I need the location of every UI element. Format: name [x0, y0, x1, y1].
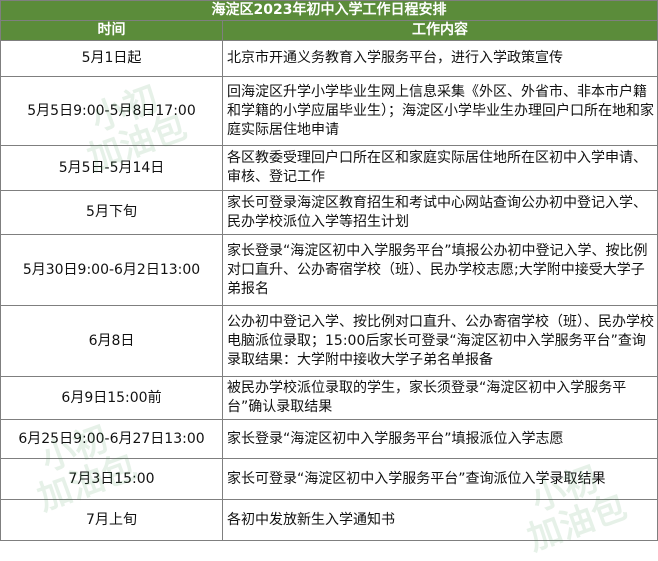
table-row: 7月上旬 各初中发放新生入学通知书 — [0, 499, 658, 541]
row-time: 6月8日 — [0, 305, 223, 377]
row-content: 家长可登录海淀区教育招生和考试中心网站查询公办初中登记入学、民办学校派位入学等招… — [222, 190, 658, 235]
header-content: 工作内容 — [222, 20, 658, 41]
table-row: 5月5日-5月14日 各区教委受理回户口所在区和家庭实际居住地所在区初中入学申请… — [0, 145, 658, 191]
row-content: 家长登录“海淀区初中入学服务平台”填报公办初中登记入学、按比例对口直升、公办寄宿… — [222, 234, 658, 306]
row-content: 被民办学校派位录取的学生，家长须登录“海淀区初中入学服务平台”确认录取结果 — [222, 376, 658, 420]
row-content: 各区教委受理回户口所在区和家庭实际居住地所在区初中入学申请、审核、登记工作 — [222, 145, 658, 191]
table-row: 6月9日15:00前 被民办学校派位录取的学生，家长须登录“海淀区初中入学服务平… — [0, 376, 658, 420]
row-time: 5月30日9:00-6月2日13:00 — [0, 234, 223, 306]
title-row: 海淀区2023年初中入学工作日程安排 — [0, 0, 658, 21]
row-time: 5月5日-5月14日 — [0, 145, 223, 191]
row-content: 公办初中登记入学、按比例对口直升、公办寄宿学校（班）、民办学校电脑派位录取；15… — [222, 305, 658, 377]
table-row: 7月3日15:00 家长可登录“海淀区初中入学服务平台”查询派位入学录取结果 — [0, 458, 658, 500]
table-row: 5月5日9:00-5月8日17:00 回海淀区升学小学毕业生网上信息采集《外区、… — [0, 76, 658, 146]
row-content: 各初中发放新生入学通知书 — [222, 499, 658, 541]
row-content: 回海淀区升学小学毕业生网上信息采集《外区、外省市、非本市户籍和学籍的小学应届毕业… — [222, 76, 658, 146]
row-time: 6月9日15:00前 — [0, 376, 223, 420]
table-row: 5月30日9:00-6月2日13:00 家长登录“海淀区初中入学服务平台”填报公… — [0, 234, 658, 306]
schedule-table: 海淀区2023年初中入学工作日程安排 时间 工作内容 5月1日起 北京市开通义务… — [0, 0, 658, 541]
row-time: 5月下旬 — [0, 190, 223, 235]
table-row: 6月8日 公办初中登记入学、按比例对口直升、公办寄宿学校（班）、民办学校电脑派位… — [0, 305, 658, 377]
row-content: 北京市开通义务教育入学服务平台，进行入学政策宣传 — [222, 40, 658, 77]
schedule-sheet: 海淀区2023年初中入学工作日程安排 时间 工作内容 5月1日起 北京市开通义务… — [0, 0, 658, 561]
row-time: 6月25日9:00-6月27日13:00 — [0, 419, 223, 459]
row-time: 7月上旬 — [0, 499, 223, 541]
row-time: 7月3日15:00 — [0, 458, 223, 500]
header-row: 时间 工作内容 — [0, 20, 658, 41]
row-time: 5月1日起 — [0, 40, 223, 77]
row-time: 5月5日9:00-5月8日17:00 — [0, 76, 223, 146]
header-time: 时间 — [0, 20, 223, 41]
table-title: 海淀区2023年初中入学工作日程安排 — [0, 0, 658, 21]
row-content: 家长登录“海淀区初中入学服务平台”填报派位入学志愿 — [222, 419, 658, 459]
table-row: 6月25日9:00-6月27日13:00 家长登录“海淀区初中入学服务平台”填报… — [0, 419, 658, 459]
table-row: 5月下旬 家长可登录海淀区教育招生和考试中心网站查询公办初中登记入学、民办学校派… — [0, 190, 658, 235]
table-row: 5月1日起 北京市开通义务教育入学服务平台，进行入学政策宣传 — [0, 40, 658, 77]
row-content: 家长可登录“海淀区初中入学服务平台”查询派位入学录取结果 — [222, 458, 658, 500]
